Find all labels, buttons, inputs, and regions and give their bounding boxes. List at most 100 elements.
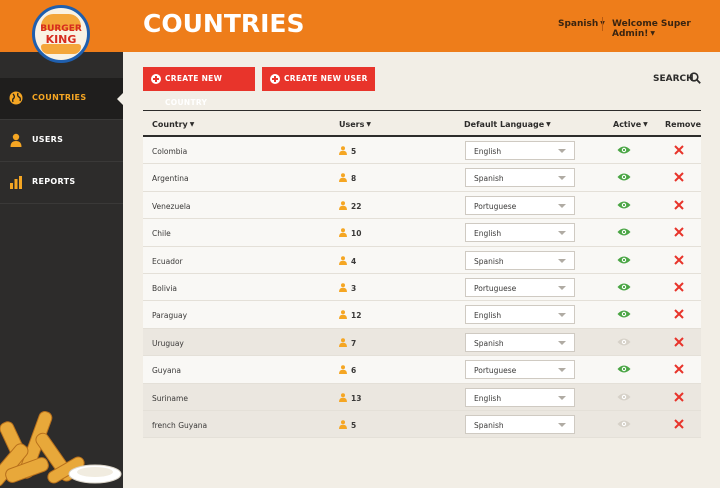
bar-chart-icon (10, 176, 22, 189)
language-value: English (474, 311, 502, 321)
search-icon[interactable] (689, 72, 701, 84)
eye-icon[interactable] (617, 282, 631, 292)
remove-icon[interactable] (674, 254, 684, 265)
table-row: Chile 10 English (143, 219, 701, 247)
user-icon (339, 283, 347, 292)
table-header: Country ▼ Users ▼ Default Language ▼ Active… (143, 110, 701, 137)
language-label: Spanish (558, 19, 599, 29)
remove-icon[interactable] (674, 309, 684, 320)
language-value: Portuguese (474, 366, 517, 376)
table-row: Bolivia 3 Portuguese (143, 273, 701, 302)
column-language[interactable]: Default Language ▼ (464, 120, 551, 129)
user-count: 5 (351, 420, 357, 430)
user-count: 10 (351, 229, 362, 239)
language-select[interactable]: English (465, 305, 575, 325)
search-label[interactable]: SEARCH (653, 74, 694, 84)
eye-icon[interactable] (617, 200, 631, 210)
column-active[interactable]: Active ▼ (613, 120, 648, 129)
eye-icon[interactable] (617, 172, 631, 182)
user-count: 3 (351, 283, 357, 293)
remove-icon[interactable] (674, 200, 684, 210)
user-count: 7 (351, 338, 357, 348)
user-icon (10, 133, 22, 147)
user-count: 13 (351, 393, 362, 403)
language-dropdown[interactable]: Spanish▼ (558, 19, 605, 29)
eye-off-icon[interactable] (617, 392, 631, 402)
language-value: English (474, 393, 502, 403)
language-select[interactable]: Spanish (465, 332, 575, 352)
eye-icon[interactable] (617, 309, 631, 319)
user-count: 6 (351, 366, 357, 376)
logo-text-bottom: KING (45, 33, 77, 46)
chevron-down-icon (558, 258, 566, 263)
plus-circle-icon (151, 74, 161, 84)
language-select[interactable]: English (465, 223, 575, 243)
sidebar-item-label: COUNTRIES (32, 93, 87, 102)
country-name: Ecuador (152, 256, 183, 266)
language-select[interactable]: Portuguese (465, 277, 575, 297)
chevron-down-icon (558, 149, 566, 153)
language-value: Spanish (474, 420, 504, 430)
burger-king-logo[interactable]: BURGER KING (32, 5, 90, 63)
column-country[interactable]: Country ▼ (152, 120, 194, 129)
top-header: COUNTRIES Spanish▼ Welcome Super Admin!▼ (0, 0, 720, 52)
user-count: 4 (351, 256, 357, 266)
sidebar-item-label: REPORTS (32, 177, 76, 186)
column-label: Users (339, 120, 365, 129)
language-value: Portuguese (474, 283, 517, 293)
chevron-down-icon (558, 231, 566, 236)
remove-icon[interactable] (674, 145, 684, 155)
countries-table: Country ▼ Users ▼ Default Language ▼ Active… (143, 110, 701, 439)
eye-icon[interactable] (617, 364, 631, 374)
language-select[interactable]: Spanish (465, 414, 575, 434)
create-user-button[interactable]: CREATE NEW USER (262, 67, 375, 91)
language-value: Portuguese (474, 201, 517, 211)
user-icon (339, 255, 347, 265)
sidebar-item-users[interactable]: USERS (0, 120, 123, 162)
column-users[interactable]: Users ▼ (339, 120, 371, 129)
eye-icon[interactable] (617, 145, 631, 155)
eye-icon[interactable] (617, 255, 631, 265)
table-row: french Guyana 5 Spanish (143, 410, 701, 439)
chevron-down-icon (558, 422, 566, 427)
page-title: COUNTRIES (143, 9, 305, 38)
create-country-button[interactable]: CREATE NEW COUNTRY (143, 67, 255, 107)
table-row: Uruguay 7 Spanish (143, 328, 701, 357)
table-row: Argentina 8 Spanish (143, 164, 701, 192)
remove-icon[interactable] (674, 172, 684, 183)
sort-icon: ▼ (546, 121, 551, 128)
user-menu[interactable]: Welcome Super Admin! ▼ (612, 19, 720, 39)
user-icon (339, 228, 347, 238)
remove-icon[interactable] (674, 282, 684, 292)
eye-icon[interactable] (617, 227, 631, 237)
language-value: Spanish (474, 338, 504, 348)
language-select[interactable]: Spanish (465, 168, 575, 188)
language-select[interactable]: Spanish (465, 250, 575, 270)
eye-off-icon[interactable] (617, 337, 631, 347)
language-select[interactable]: Portuguese (465, 195, 575, 215)
user-icon (339, 392, 347, 402)
remove-icon[interactable] (674, 364, 684, 374)
sidebar-item-countries[interactable]: COUNTRIES (0, 78, 124, 120)
chevron-down-icon (558, 313, 566, 318)
table-row: Venezuela 22 Portuguese (143, 191, 701, 220)
language-value: English (474, 229, 502, 239)
language-select[interactable]: English (465, 141, 575, 160)
chevron-down-icon (558, 176, 566, 181)
language-select[interactable]: English (465, 387, 575, 407)
chevron-down-icon (558, 395, 566, 400)
sidebar-item-reports[interactable]: REPORTS (0, 162, 123, 204)
remove-icon[interactable] (674, 419, 684, 429)
sort-icon: ▼ (643, 121, 648, 128)
user-count: 8 (351, 174, 357, 184)
globe-icon (9, 91, 23, 105)
eye-off-icon[interactable] (617, 419, 631, 429)
user-icon (339, 146, 347, 155)
table-row: Guyana 6 Portuguese (143, 356, 701, 384)
remove-icon[interactable] (674, 391, 684, 402)
country-name: french Guyana (152, 420, 208, 430)
remove-icon[interactable] (674, 337, 684, 347)
table-row: Suriname 13 English (143, 383, 701, 411)
remove-icon[interactable] (674, 227, 684, 237)
language-select[interactable]: Portuguese (465, 360, 575, 380)
